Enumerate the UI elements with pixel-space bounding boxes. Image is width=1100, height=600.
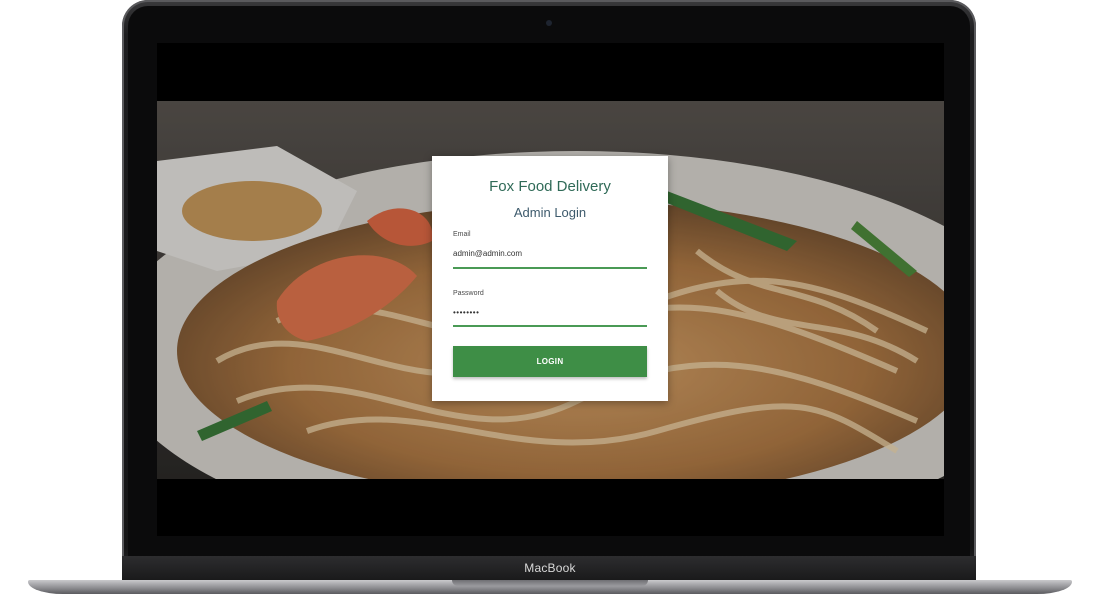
email-label: Email	[453, 231, 471, 238]
brand-title: Fox Food Delivery	[489, 178, 611, 195]
login-card: Fox Food Delivery Admin Login Email Pass…	[432, 156, 668, 401]
email-underline	[453, 267, 647, 269]
password-label: Password	[453, 290, 484, 297]
password-underline	[453, 325, 647, 327]
camera-icon	[546, 20, 552, 26]
form-title: Admin Login	[513, 205, 587, 220]
password-field[interactable]: ••••••••	[453, 308, 647, 317]
email-field[interactable]	[453, 249, 647, 258]
laptop-screen: Fox Food Delivery Admin Login Email Pass…	[157, 43, 944, 536]
laptop-mockup: Fox Food Delivery Admin Login Email Pass…	[0, 0, 1100, 600]
laptop-base-notch	[452, 580, 648, 586]
login-button[interactable]: LOGIN	[453, 346, 647, 377]
device-brand-label: MacBook	[524, 561, 576, 575]
